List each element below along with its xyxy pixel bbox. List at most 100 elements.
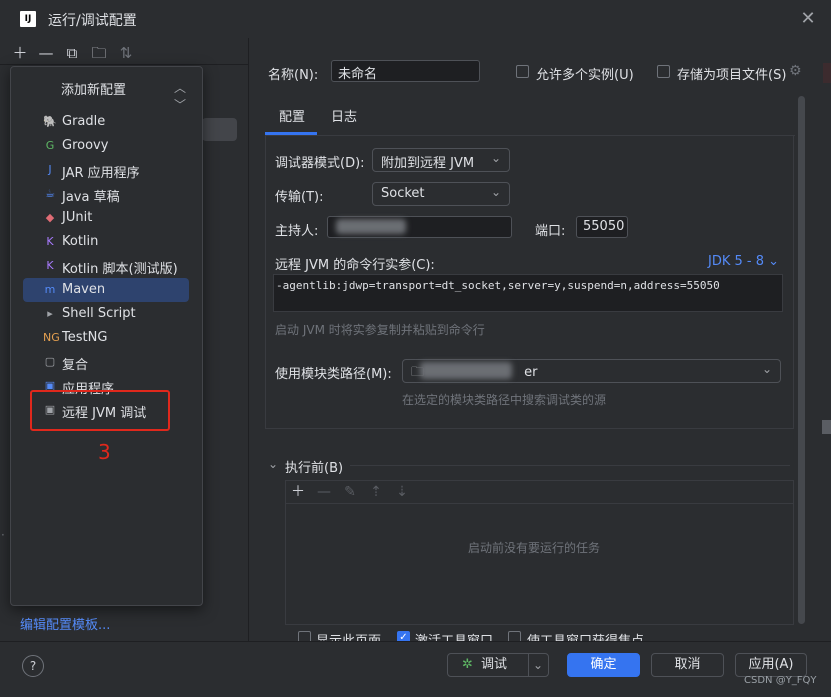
chevron-down-icon[interactable]: ⌄ (533, 654, 543, 676)
config-type-item[interactable]: J JAR 应用程序 (23, 158, 189, 182)
chevron-down-icon: ⌄ (490, 185, 501, 199)
jdk-version-link[interactable]: JDK 5 - 8 ⌄ (708, 254, 779, 269)
name-input[interactable]: 未命名 (331, 60, 480, 82)
allow-multiple-checkbox[interactable] (516, 65, 529, 78)
move-up-icon[interactable]: ⇡ (368, 484, 384, 500)
show-page-label: 显示此页面 (316, 630, 381, 641)
remove-task-icon[interactable]: — (316, 484, 332, 500)
watermark: CSDN @Y_FQY (744, 675, 817, 686)
sort-icon[interactable]: ⇅ (117, 44, 135, 62)
folder-add-icon[interactable]: 🗀 (90, 44, 108, 62)
module-classpath-label: 使用模块类路径(M): (275, 367, 392, 382)
edit-templates-link[interactable]: 编辑配置模板... (20, 614, 110, 633)
allow-multiple-label: 允许多个实例(U) (536, 68, 634, 83)
store-as-file-checkbox[interactable] (657, 65, 670, 78)
config-type-item[interactable]: ▸ Shell Script (23, 302, 189, 326)
before-launch-toolbar (285, 480, 794, 504)
config-type-item[interactable]: 🐘 Gradle (23, 110, 189, 134)
copy-icon[interactable]: ⧉ (63, 44, 81, 62)
add-icon[interactable]: ＋ (11, 44, 29, 62)
config-type-label: Groovy (62, 138, 109, 153)
config-type-label: Java 草稿 (62, 190, 120, 205)
tab-logs[interactable]: 日志 (331, 106, 357, 125)
split-divider (528, 654, 529, 676)
chevron-down-icon: ⌄ (490, 151, 501, 165)
config-type-label: Maven (62, 282, 106, 297)
chevron-down-icon: ⌄ (761, 362, 772, 376)
debug-button[interactable]: ✲ 调试 ⌄ (447, 653, 549, 677)
cmdline-label: 远程 JVM 的命令行实参(C): (275, 258, 435, 273)
window-title: 运行/调试配置 (48, 13, 137, 29)
add-task-icon[interactable]: ＋ (290, 484, 306, 500)
module-classpath-hint: 在选定的模块类路径中搜索调试类的源 (402, 393, 607, 407)
config-type-label: Shell Script (62, 306, 136, 321)
collapse-icon[interactable]: ︿ ﹀ (174, 79, 186, 113)
cancel-button[interactable]: 取消 (651, 653, 724, 677)
host-label: 主持人: (275, 224, 319, 239)
jar-icon: J (48, 163, 52, 176)
config-type-label: TestNG (62, 330, 108, 345)
chevron-down-icon: ⌄ (768, 254, 780, 269)
cmdline-text[interactable]: -agentlib:jdwp=transport=dt_socket,serve… (273, 274, 783, 312)
config-type-label: JUnit (62, 210, 93, 225)
tree-selection-highlight (202, 118, 237, 141)
background-edge-strip (822, 420, 831, 434)
add-new-configuration-popup: 添加新配置 ︿ ﹀ 🐘 Gradle G Groovy J JAR 应用程序 ☕ Java 草稿… (10, 66, 203, 606)
before-launch-divider (350, 465, 790, 466)
ok-button[interactable]: 确定 (567, 653, 640, 677)
config-type-label: JAR 应用程序 (62, 166, 140, 181)
config-type-item[interactable]: NG TestNG (23, 326, 189, 350)
config-type-item[interactable]: ▢ 复合 (23, 350, 189, 374)
config-type-item[interactable]: G Groovy (23, 134, 189, 158)
toolbar-divider (0, 64, 248, 65)
edit-task-icon[interactable]: ✎ (342, 484, 358, 500)
config-type-item[interactable]: ☕ Java 草稿 (23, 182, 189, 206)
maven-icon: m (44, 283, 56, 296)
popup-title: 添加新配置 (61, 83, 127, 98)
java-scratch-icon: ☕ (45, 187, 55, 200)
junit-icon: ◆ (45, 211, 55, 224)
port-label: 端口: (535, 224, 566, 239)
config-type-item[interactable]: ◆ JUnit (23, 206, 189, 230)
groovy-icon: G (45, 139, 55, 152)
chevron-down-icon[interactable]: ⌄ (268, 457, 278, 471)
debugger-mode-select[interactable]: 附加到远程 JVM ⌄ (372, 148, 510, 172)
gradle-icon: 🐘 (43, 115, 57, 128)
kotlin-icon: K (46, 235, 54, 248)
jdk-version-text: JDK 5 - 8 (708, 254, 764, 269)
port-input[interactable]: 55050 (576, 216, 628, 238)
before-launch-title[interactable]: 执行前(B) (285, 457, 343, 476)
transport-value: Socket (381, 186, 425, 201)
debugger-mode-label: 调试器模式(D): (275, 156, 365, 171)
config-type-item[interactable]: K Kotlin (23, 230, 189, 254)
clipped-edge-glyph: · (1, 528, 5, 542)
annotation-highlight-box (30, 390, 170, 431)
config-type-label: Kotlin 脚本(测试版) (62, 262, 178, 277)
config-type-item[interactable]: K Kotlin 脚本(测试版) (23, 254, 189, 278)
redacted-host (336, 219, 406, 234)
name-label: 名称(N): (268, 68, 319, 83)
kotlin-script-icon: K (46, 259, 54, 272)
vertical-scrollbar[interactable] (798, 96, 805, 624)
focus-tool-window-label: 使工具窗口获得焦点 (527, 630, 644, 641)
intellij-logo-icon: IJ (20, 11, 36, 27)
compound-icon: ▢ (44, 355, 56, 368)
bug-icon: ✲ (462, 657, 473, 672)
before-launch-empty-text: 启动前没有要运行的任务 (468, 541, 601, 555)
gear-icon[interactable]: ⚙ (789, 63, 802, 79)
cmdline-hint: 启动 JVM 时将实参复制并粘贴到命令行 (275, 323, 485, 337)
debugger-mode-value: 附加到远程 JVM (381, 156, 475, 171)
store-as-file-label: 存储为项目文件(S) (677, 68, 787, 83)
config-type-item[interactable]: m Maven (23, 278, 189, 302)
apply-button[interactable]: 应用(A) (735, 653, 807, 677)
move-down-icon[interactable]: ⇣ (394, 484, 410, 500)
background-edge-strip (823, 63, 831, 83)
tab-configuration[interactable]: 配置 (279, 106, 305, 125)
remove-icon[interactable]: — (37, 44, 55, 62)
config-type-label: Kotlin (62, 234, 99, 249)
help-icon[interactable]: ? (22, 655, 44, 677)
transport-select[interactable]: Socket ⌄ (372, 182, 510, 206)
debug-button-label: 调试 (481, 657, 508, 672)
close-icon[interactable]: ✕ (799, 10, 817, 28)
transport-label: 传输(T): (275, 190, 324, 205)
